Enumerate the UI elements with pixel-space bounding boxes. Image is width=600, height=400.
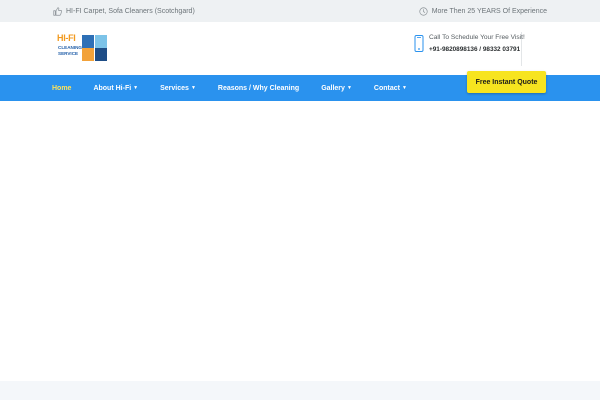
caret-down-icon: ▼ (401, 84, 407, 91)
nav-item-label: About Hi-Fi (93, 84, 132, 92)
caret-down-icon: ▼ (133, 84, 139, 91)
logo-line2: CLEANING (58, 45, 82, 50)
nav-menu: Home About Hi-Fi ▼ Services ▼ Reasons / Why C… (52, 75, 429, 101)
logo-tiles (82, 35, 107, 61)
site-header: HI-FI CLEANING SERVICE Call To Schedule … (0, 22, 600, 75)
nav-item-services[interactable]: Services ▼ (160, 85, 196, 92)
nav-item-label: Reasons / Why Cleaning (217, 84, 300, 92)
site-logo[interactable]: HI-FI CLEANING SERVICE (57, 34, 107, 62)
phone-numbers[interactable]: +91-9820898136 / 98332 03791 (429, 46, 520, 53)
mobile-phone-icon (414, 35, 424, 57)
bottom-strip (0, 381, 600, 400)
logo-wordmark: HI-FI CLEANING SERVICE (57, 33, 82, 62)
caret-down-icon: ▼ (346, 84, 352, 91)
clock-icon (419, 6, 428, 16)
contact-block: Call To Schedule Your Free Visit! +91-98… (414, 32, 525, 66)
thumbs-up-icon (53, 6, 62, 16)
nav-item-contact[interactable]: Contact ▼ (374, 85, 407, 92)
logo-line3: SERVICE (58, 51, 79, 56)
experience-text: More Then 25 YEARS Of Experience (431, 7, 547, 15)
logo-line1: HI-FI (57, 33, 76, 43)
nav-item-reasons-why-cleaning[interactable]: Reasons / Why Cleaning (218, 85, 299, 92)
nav-item-label: Gallery (321, 84, 345, 92)
tagline-text: HI-FI Carpet, Sofa Cleaners (Scotchgard) (66, 7, 195, 15)
caret-down-icon: ▼ (190, 84, 196, 91)
experience-note: More Then 25 YEARS Of Experience (419, 0, 547, 22)
nav-item-label: Home (52, 84, 72, 92)
schedule-visit-text: Call To Schedule Your Free Visit! (429, 34, 525, 41)
nav-item-about-hi-fi[interactable]: About Hi-Fi ▼ (93, 85, 138, 92)
nav-item-label: Services (160, 84, 189, 92)
nav-item-home[interactable]: Home (52, 85, 71, 92)
nav-item-label: Contact (373, 84, 400, 92)
main-content-area (0, 101, 600, 381)
tagline: HI-FI Carpet, Sofa Cleaners (Scotchgard) (53, 0, 195, 22)
nav-item-gallery[interactable]: Gallery ▼ (321, 85, 352, 92)
free-quote-button[interactable]: Free Instant Quote (467, 71, 546, 93)
top-info-bar: HI-FI Carpet, Sofa Cleaners (Scotchgard)… (0, 0, 600, 22)
